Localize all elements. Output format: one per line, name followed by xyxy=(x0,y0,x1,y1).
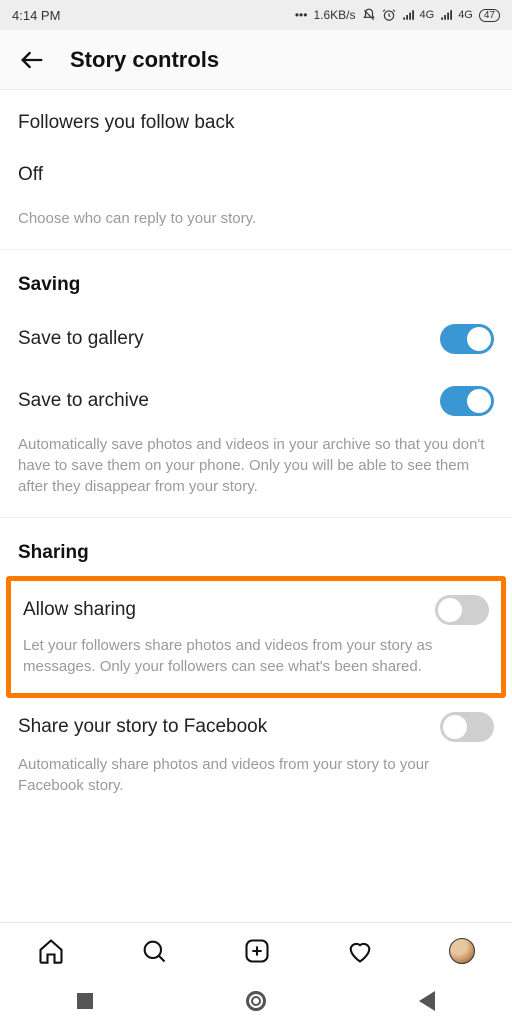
silent-icon xyxy=(362,8,376,22)
status-right: ••• 1.6KB/s 4G 4G 47 xyxy=(295,8,500,22)
reply-option-label: Off xyxy=(18,164,494,186)
home-icon[interactable] xyxy=(37,937,65,965)
replies-description: Choose who can reply to your story. xyxy=(18,208,494,249)
bottom-nav xyxy=(0,922,512,978)
save-archive-label: Save to archive xyxy=(18,390,440,412)
share-facebook-toggle[interactable] xyxy=(440,712,494,742)
save-archive-toggle[interactable] xyxy=(440,386,494,416)
home-button[interactable] xyxy=(246,991,266,1011)
add-post-icon[interactable] xyxy=(243,937,271,965)
reply-option-off[interactable]: Off xyxy=(18,156,494,208)
allow-sharing-highlight: Allow sharing Let your followers share p… xyxy=(6,576,506,698)
alarm-icon xyxy=(382,8,396,22)
more-icon: ••• xyxy=(295,8,308,22)
share-facebook-label: Share your story to Facebook xyxy=(18,716,440,738)
allow-sharing-row[interactable]: Allow sharing xyxy=(23,589,489,635)
recents-button[interactable] xyxy=(77,993,93,1009)
replies-group: Followers you follow back Off Choose who… xyxy=(0,90,512,249)
status-time: 4:14 PM xyxy=(12,8,60,23)
status-bar: 4:14 PM ••• 1.6KB/s 4G 4G 47 xyxy=(0,0,512,30)
signal-1-icon xyxy=(402,9,414,21)
save-archive-row[interactable]: Save to archive xyxy=(18,366,494,428)
saving-title: Saving xyxy=(18,250,494,304)
signal-2-icon xyxy=(440,9,452,21)
search-icon[interactable] xyxy=(140,937,168,965)
share-facebook-description: Automatically share photos and videos fr… xyxy=(18,754,494,816)
save-gallery-toggle[interactable] xyxy=(440,324,494,354)
share-facebook-row[interactable]: Share your story to Facebook xyxy=(18,706,494,754)
save-gallery-row[interactable]: Save to gallery xyxy=(18,304,494,366)
allow-sharing-toggle[interactable] xyxy=(435,595,489,625)
back-icon[interactable] xyxy=(18,46,46,74)
battery-indicator: 47 xyxy=(479,9,500,22)
network-label-2: 4G xyxy=(458,9,473,21)
allow-sharing-description: Let your followers share photos and vide… xyxy=(23,635,489,683)
save-gallery-label: Save to gallery xyxy=(18,328,440,350)
reply-option-followers-back[interactable]: Followers you follow back xyxy=(18,90,494,156)
sharing-group: Sharing Allow sharing Let your followers… xyxy=(0,518,512,816)
profile-avatar[interactable] xyxy=(449,938,475,964)
network-speed: 1.6KB/s xyxy=(313,8,355,22)
saving-group: Saving Save to gallery Save to archive A… xyxy=(0,250,512,517)
page-title: Story controls xyxy=(70,47,219,73)
heart-icon[interactable] xyxy=(346,937,374,965)
sharing-title: Sharing xyxy=(18,518,494,572)
saving-description: Automatically save photos and videos in … xyxy=(18,428,494,517)
header: Story controls xyxy=(0,30,512,90)
allow-sharing-label: Allow sharing xyxy=(23,599,435,621)
back-button[interactable] xyxy=(419,991,435,1011)
system-nav xyxy=(0,978,512,1024)
reply-option-label: Followers you follow back xyxy=(18,112,494,134)
network-label-1: 4G xyxy=(420,9,435,21)
